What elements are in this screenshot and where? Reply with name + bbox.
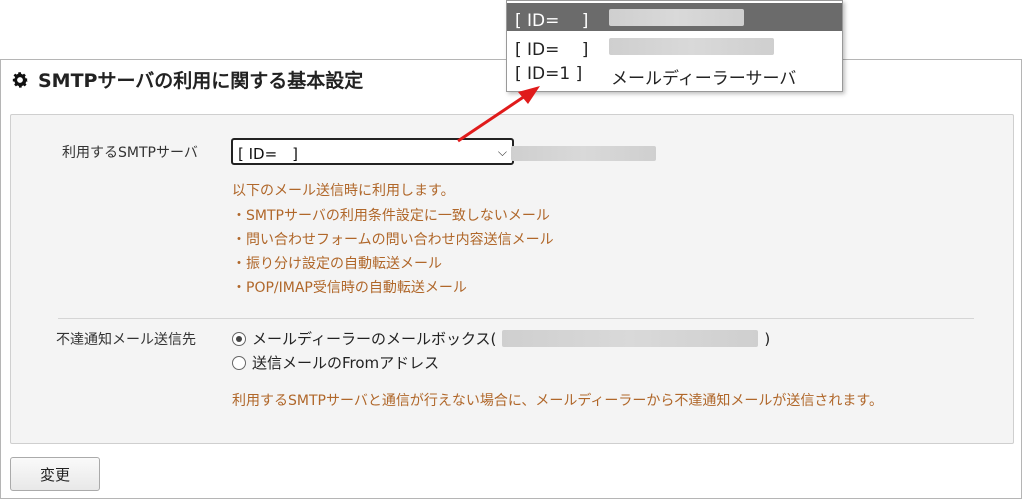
- annotation-arrow: [457, 86, 540, 143]
